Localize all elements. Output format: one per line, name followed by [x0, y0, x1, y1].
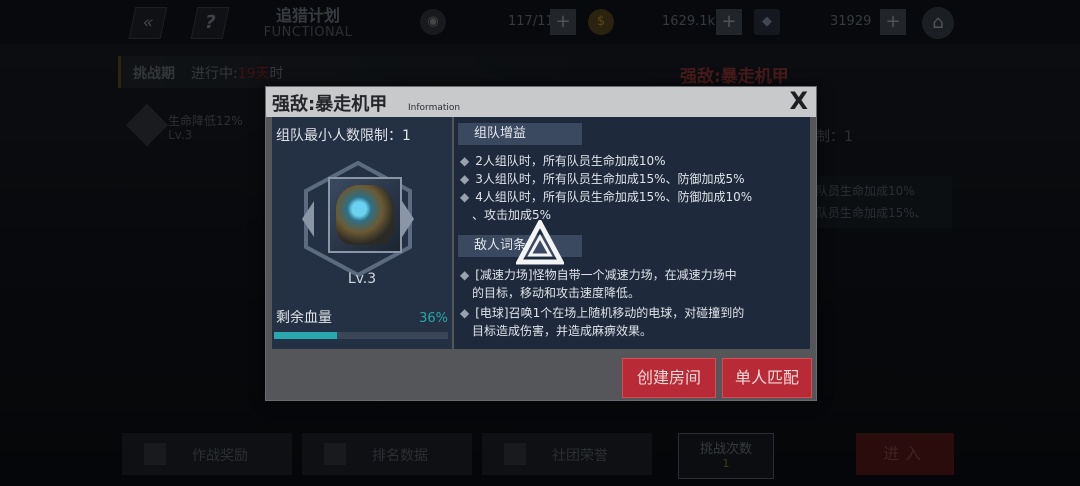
enemy-affix-item-cont: 的目标，移动和攻击速度降低。 — [472, 286, 641, 300]
dialog-header: 强敌:暴走机甲 Information X — [266, 87, 816, 117]
enemy-level: Lv.3 — [347, 271, 377, 287]
hp-percent: 36% — [419, 311, 448, 326]
enemy-details-panel: 组队增益 ◆ 2人组队时，所有队员生命加成10% ◆ 3人组队时，所有队员生命加成1… — [454, 117, 810, 349]
enemy-affix-item: ◆ [电球]召唤1个在场上随机移动的电球，对碰撞到的 — [460, 306, 745, 320]
team-bonus-item: ◆ 3人组队时，所有队员生命加成15%、防御加成5% — [460, 172, 745, 186]
hp-bar — [274, 332, 448, 339]
close-button[interactable]: X — [789, 87, 808, 115]
mech-portrait-icon — [336, 185, 394, 245]
enemy-affix-item-cont: 目标造成伤害，并造成麻痹效果。 — [472, 324, 653, 338]
loading-triangle-icon — [516, 220, 564, 265]
hp-label: 剩余血量 — [276, 310, 332, 326]
hp-bar-fill — [274, 332, 337, 339]
dialog-subtitle: Information — [408, 103, 461, 113]
enemy-summary-panel: 组队最小人数限制：1 Lv.3 剩余血量 36% — [272, 117, 452, 349]
enemy-affix-item: ◆ [减速力场]怪物自带一个减速力场，在减速力场中 — [460, 268, 737, 282]
create-room-button[interactable]: 创建房间 — [622, 358, 716, 398]
team-bonus-header: 组队增益 — [458, 123, 582, 145]
solo-match-button[interactable]: 单人匹配 — [722, 358, 812, 398]
team-bonus-item: ◆ 2人组队时，所有队员生命加成10% — [460, 154, 666, 168]
dialog-title: 强敌:暴走机甲 — [272, 94, 388, 115]
enemy-info-dialog: 强敌:暴走机甲 Information X 组队最小人数限制：1 Lv.3 剩余… — [265, 86, 817, 401]
team-limit-text: 组队最小人数限制：1 — [276, 128, 411, 144]
team-bonus-item: ◆ 4人组队时，所有队员生命加成15%、防御加成10% — [460, 190, 753, 204]
enemy-portrait — [328, 177, 402, 253]
